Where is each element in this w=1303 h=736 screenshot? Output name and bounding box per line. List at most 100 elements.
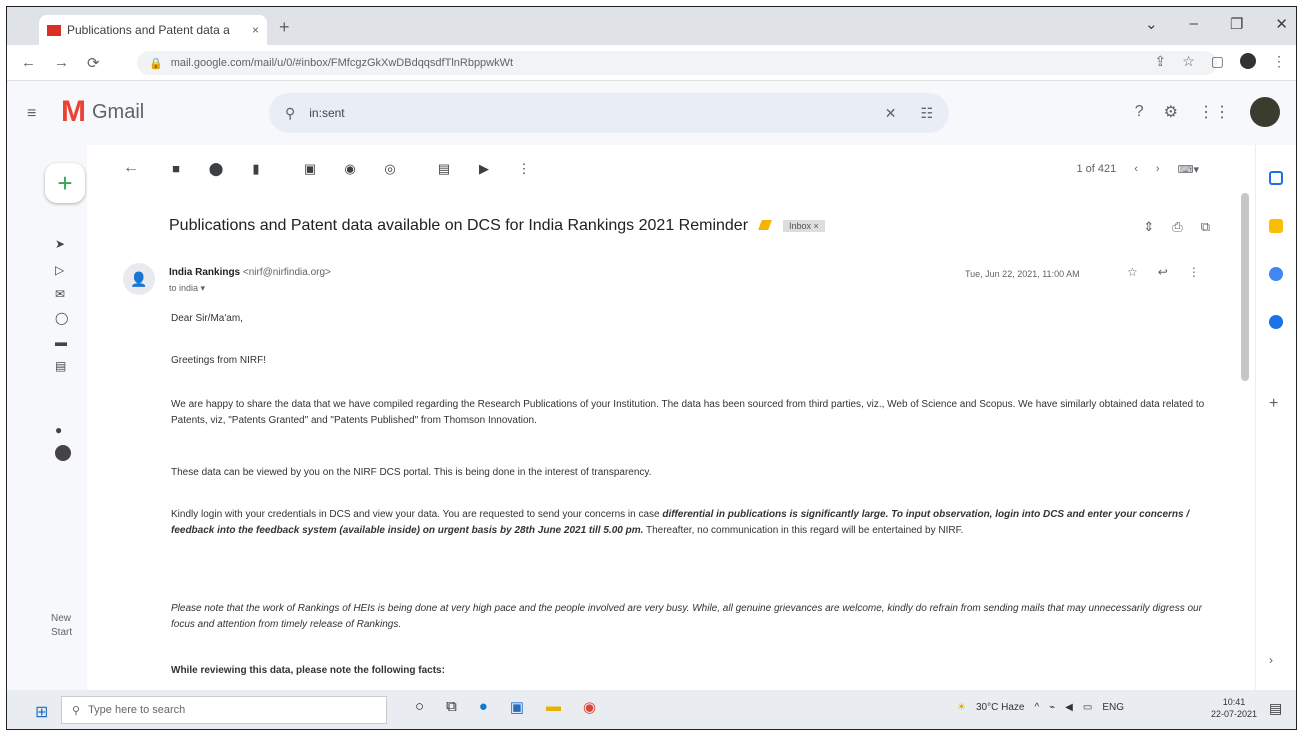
- sender-line: India Rankings <nirf@nirfindia.org>: [169, 267, 331, 278]
- left-nav-rail: + ➤ ▷ ✉ ◯ ▬ ▤ ● New Start: [7, 145, 87, 690]
- inbox-icon[interactable]: ➤: [55, 237, 65, 251]
- body-paragraph: Kindly login with your credentials in DC…: [171, 509, 1190, 536]
- subject-text: Publications and Patent data available o…: [169, 217, 749, 234]
- extensions-icon[interactable]: ▢: [1211, 53, 1224, 70]
- url-field[interactable]: 🔒 mail.google.com/mail/u/0/#inbox/FMfcgz…: [137, 51, 1217, 75]
- edge-browser-icon[interactable]: ●: [479, 698, 488, 716]
- gmail-logo[interactable]: M Gmail: [61, 97, 144, 127]
- tray-chevron-icon[interactable]: ^: [1034, 702, 1039, 713]
- important-marker-icon[interactable]: [758, 220, 773, 230]
- print-icon[interactable]: ⎙: [1172, 219, 1182, 235]
- message-date: Tue, Jun 22, 2021, 11:00 AM: [965, 269, 1080, 279]
- inbox-label-chip[interactable]: Inbox ×: [782, 219, 825, 232]
- tab-title: Publications and Patent data a: [67, 23, 230, 37]
- language-indicator[interactable]: ENG: [1102, 702, 1124, 713]
- keep-icon[interactable]: [1269, 219, 1283, 233]
- archive-icon[interactable]: ■: [167, 161, 185, 177]
- hide-panel-icon[interactable]: ›: [1269, 653, 1283, 667]
- tab-close-icon[interactable]: ×: [252, 23, 259, 37]
- chrome-icon[interactable]: ◉: [583, 698, 596, 716]
- chat-icon[interactable]: ✉: [55, 287, 65, 301]
- back-to-list-icon[interactable]: ←: [123, 159, 139, 177]
- search-input[interactable]: in:sent: [309, 106, 884, 120]
- compose-button[interactable]: +: [45, 163, 85, 203]
- cortana-icon[interactable]: ○: [415, 698, 424, 716]
- newer-icon[interactable]: ‹: [1134, 163, 1138, 176]
- mark-unread-icon[interactable]: ▣: [301, 161, 319, 177]
- pager-count: 1 of 421: [1076, 163, 1117, 175]
- reply-icon[interactable]: ↩: [1158, 265, 1168, 279]
- tab-search-icon[interactable]: ⌄: [1145, 15, 1158, 33]
- gmail-wordmark: Gmail: [92, 100, 145, 123]
- account-avatar[interactable]: [1250, 97, 1280, 127]
- sender-avatar[interactable]: 👤: [123, 263, 155, 295]
- gmail-favicon-icon: [47, 24, 61, 36]
- windows-taskbar: ⊞ ⚲ Type here to search ○ ⧉ ● ▣ ▬ ◉ ☀ 30…: [7, 690, 1296, 729]
- body-paragraph: While reviewing this data, please note t…: [171, 665, 445, 676]
- calendar-icon[interactable]: [1269, 171, 1283, 185]
- apps-grid-icon[interactable]: ⋮⋮: [1198, 102, 1230, 122]
- taskbar-search[interactable]: ⚲ Type here to search: [61, 696, 387, 724]
- spaces-icon[interactable]: ◯: [55, 311, 68, 325]
- bookmark-star-icon[interactable]: ☆: [1182, 53, 1195, 70]
- more-options-icon[interactable]: ⋮: [515, 161, 533, 177]
- new-tab-button[interactable]: +: [279, 17, 290, 38]
- gmail-header: ≡ M Gmail ⚲ in:sent ✕ ☷ ? ⚙ ⋮⋮: [7, 81, 1296, 145]
- tasks-icon[interactable]: [1269, 267, 1283, 281]
- restore-button[interactable]: ❐: [1230, 15, 1243, 33]
- labels-icon[interactable]: ▬: [55, 335, 67, 349]
- scrollbar[interactable]: [1241, 193, 1249, 381]
- windows-start-icon[interactable]: ⊞: [35, 702, 48, 722]
- greeting: Dear Sir/Ma'am,: [171, 313, 243, 324]
- report-spam-icon[interactable]: ⬤: [207, 161, 225, 177]
- add-addon-icon[interactable]: +: [1269, 395, 1283, 412]
- contact-avatar[interactable]: [55, 445, 71, 461]
- notification-icon[interactable]: ▤: [1269, 700, 1282, 717]
- search-bar[interactable]: ⚲ in:sent ✕ ☷: [269, 93, 949, 133]
- share-icon[interactable]: ⇪: [1154, 53, 1166, 70]
- sent-icon[interactable]: ▷: [55, 263, 64, 277]
- browser-menu-icon[interactable]: ⋮: [1272, 53, 1286, 70]
- search-icon[interactable]: ⚲: [285, 105, 295, 122]
- search-options-icon[interactable]: ☷: [920, 105, 933, 122]
- window-controls: ⌄ – ❐ ✕: [1145, 15, 1288, 33]
- task-view-icon[interactable]: ⧉: [446, 698, 457, 716]
- new-window-icon[interactable]: ⧉: [1201, 219, 1210, 235]
- input-tools-icon[interactable]: ⌨▾: [1178, 163, 1199, 176]
- settings-gear-icon[interactable]: ⚙: [1164, 102, 1178, 122]
- lock-icon: 🔒: [149, 57, 163, 70]
- message-more-icon[interactable]: ⋮: [1188, 265, 1200, 279]
- profile-avatar[interactable]: [1240, 53, 1256, 69]
- status-icon[interactable]: ●: [55, 423, 62, 437]
- browser-tab[interactable]: Publications and Patent data a ×: [39, 15, 267, 45]
- meet-icon[interactable]: ▤: [55, 359, 66, 373]
- clear-search-icon[interactable]: ✕: [885, 105, 897, 122]
- weather-text[interactable]: 30°C Haze: [976, 702, 1024, 713]
- taskbar-search-placeholder: Type here to search: [88, 704, 186, 716]
- volume-icon[interactable]: ◀: [1065, 702, 1073, 713]
- recipient-line[interactable]: to india ▾: [169, 283, 205, 294]
- battery-icon[interactable]: ▭: [1083, 702, 1092, 713]
- delete-icon[interactable]: ▮: [247, 161, 265, 177]
- file-explorer-icon[interactable]: ▬: [546, 698, 561, 716]
- network-icon[interactable]: ⌁: [1049, 702, 1055, 713]
- forward-button[interactable]: →: [54, 54, 69, 72]
- snooze-icon[interactable]: ◉: [341, 161, 359, 177]
- system-clock[interactable]: 10:41 22-07-2021: [1211, 696, 1257, 720]
- close-window-button[interactable]: ✕: [1275, 15, 1288, 33]
- minimize-button[interactable]: –: [1190, 15, 1198, 33]
- main-menu-icon[interactable]: ≡: [27, 105, 36, 123]
- move-to-icon[interactable]: ▤: [435, 161, 453, 177]
- expand-icon[interactable]: ⇕: [1143, 219, 1154, 235]
- label-icon[interactable]: ▶: [475, 161, 493, 177]
- star-icon[interactable]: ☆: [1127, 265, 1138, 279]
- store-icon[interactable]: ▣: [510, 698, 524, 716]
- reload-button[interactable]: ⟳: [87, 54, 100, 72]
- older-icon[interactable]: ›: [1156, 163, 1160, 176]
- weather-icon: ☀: [957, 702, 966, 713]
- help-icon[interactable]: ?: [1135, 103, 1144, 121]
- back-button[interactable]: ←: [21, 54, 36, 72]
- add-task-icon[interactable]: ◎: [381, 161, 399, 177]
- contacts-icon[interactable]: [1269, 315, 1283, 329]
- meet-shortcut[interactable]: New Start: [51, 612, 72, 640]
